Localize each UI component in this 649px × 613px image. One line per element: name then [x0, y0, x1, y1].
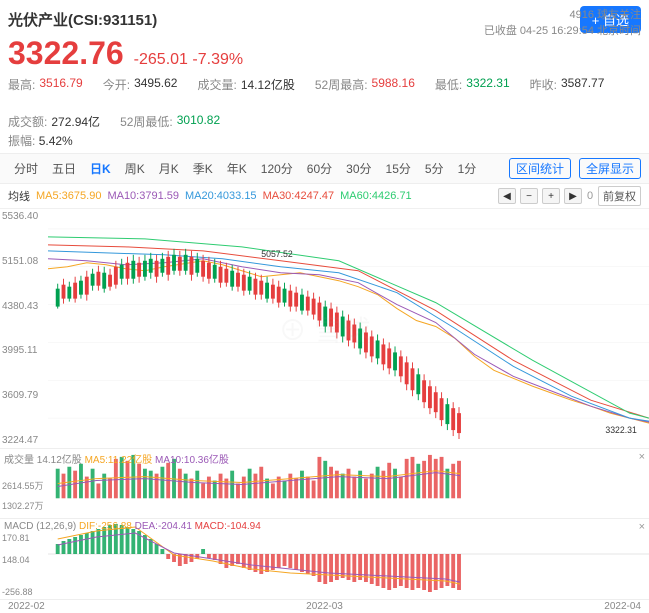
- followers: 4916 球友关注: [569, 9, 641, 21]
- fullscreen-button[interactable]: 全屏显示: [579, 158, 641, 179]
- x-label-2: 2022-04: [604, 601, 641, 612]
- tab-5[interactable]: 5分: [419, 158, 450, 179]
- ma-bar: 均线 MA5:3675.90 MA10:3791.59 MA20:4033.15…: [0, 184, 649, 209]
- ma-label: 均线: [8, 188, 30, 204]
- stat-52high: 52周最高: 5988.16: [315, 76, 415, 93]
- tab-120[interactable]: 120分: [255, 158, 299, 179]
- vol-ma5: MA5:11.22亿股: [85, 455, 153, 466]
- nav-arrows: ◀ − + ▶ 0 前复权: [498, 186, 641, 206]
- macd-labels: MACD (12,26,9) DIF:-256.88 DEA:-204.41 M…: [4, 521, 261, 532]
- meta-info: 4916 球友关注 已收盘 04-25 16:29:54 北京时间: [484, 6, 641, 38]
- stat-high: 最高: 3516.79: [8, 76, 83, 93]
- tab-wuri[interactable]: 五日: [46, 158, 82, 179]
- macd-y3: -256.88: [2, 587, 33, 597]
- stat-52low: 52周最低: 3010.82: [120, 113, 220, 130]
- vol-text: 成交量 14.12亿股: [4, 455, 82, 466]
- ma5-label: MA5:3675.90: [36, 190, 101, 202]
- svg-text:5057.52: 5057.52: [261, 249, 293, 259]
- macd-close-button[interactable]: ×: [639, 521, 645, 533]
- macd-dif: DIF:-256.88: [79, 521, 132, 532]
- stat-amount: 成交额: 272.94亿: [8, 113, 100, 130]
- tab-60[interactable]: 60分: [301, 158, 338, 179]
- macd-chart: MACD (12,26,9) DIF:-256.88 DEA:-204.41 M…: [0, 519, 649, 599]
- tab-zhouk[interactable]: 周K: [119, 158, 151, 179]
- vol-ma10: MA10:10.36亿股: [155, 455, 229, 466]
- chart-container: 5536.40 5151.08 4380.43 3995.11 3609.79 …: [0, 209, 649, 613]
- change-pct: -7.39%: [192, 51, 243, 68]
- spacer: 0: [586, 190, 594, 202]
- timestamp: 已收盘 04-25 16:29:54 北京时间: [484, 25, 641, 37]
- macd-y1: 170.81: [2, 533, 30, 543]
- x-label-0: 2022-02: [8, 601, 45, 612]
- main-price: 3322.76: [8, 35, 124, 72]
- tab-yuek[interactable]: 月K: [153, 158, 185, 179]
- vol-y1: 2614.55万: [2, 479, 44, 492]
- candlestick-chart: 5057.52 3322.31: [48, 209, 649, 448]
- tab-15[interactable]: 15分: [380, 158, 417, 179]
- ma10-label: MA10:3791.59: [107, 190, 179, 202]
- macd-value: MACD:-104.94: [195, 521, 261, 532]
- tab-right-btns: 区间统计 全屏显示: [509, 158, 641, 179]
- tab-fenshi[interactable]: 分时: [8, 158, 44, 179]
- stats-row: 最高: 3516.79 今开: 3495.62 成交量: 14.12亿股 52周…: [8, 76, 641, 130]
- price-change: -265.01 -7.39%: [134, 51, 243, 69]
- title-row: 光伏产业(CSI:931151) + 自选 4916 球友关注 已收盘 04-2…: [8, 6, 641, 33]
- ma30-label: MA30:4247.47: [263, 190, 335, 202]
- x-axis: 2022-02 2022-03 2022-04: [0, 599, 649, 613]
- macd-dea: DEA:-204.41: [135, 521, 192, 532]
- change-amount: -265.01: [134, 51, 188, 68]
- tab-rik[interactable]: 日K: [84, 158, 117, 179]
- restore-button[interactable]: 前复权: [598, 186, 641, 206]
- svg-text:3322.31: 3322.31: [605, 425, 637, 435]
- tab-30[interactable]: 30分: [340, 158, 377, 179]
- stock-title: 光伏产业(CSI:931151): [8, 9, 157, 30]
- ma60-label: MA60:4426.71: [340, 190, 412, 202]
- x-label-1: 2022-03: [306, 601, 343, 612]
- amplitude: 振幅: 5.42%: [8, 132, 641, 149]
- scroll-right-button[interactable]: ▶: [564, 188, 582, 204]
- macd-title: MACD (12,26,9): [4, 521, 76, 532]
- zoom-in-button[interactable]: +: [542, 188, 560, 204]
- ma20-label: MA20:4033.15: [185, 190, 257, 202]
- header: 光伏产业(CSI:931151) + 自选 4916 球友关注 已收盘 04-2…: [0, 0, 649, 154]
- tab-jik[interactable]: 季K: [187, 158, 219, 179]
- stat-low: 最低: 3322.31: [435, 76, 510, 93]
- macd-y2: 148.04: [2, 555, 30, 565]
- y-labels-main: 5536.40 5151.08 4380.43 3995.11 3609.79 …: [2, 209, 38, 448]
- stat-volume: 成交量: 14.12亿股: [197, 76, 294, 93]
- scroll-left-button[interactable]: ◀: [498, 188, 516, 204]
- tab-1[interactable]: 1分: [452, 158, 483, 179]
- main-chart: 5536.40 5151.08 4380.43 3995.11 3609.79 …: [0, 209, 649, 449]
- zoom-out-button[interactable]: −: [520, 188, 538, 204]
- stat-open: 今开: 3495.62: [103, 76, 178, 93]
- volume-chart: 成交量 14.12亿股 MA5:11.22亿股 MA10:10.36亿股 × 2…: [0, 449, 649, 519]
- stat-prev-close: 昨收: 3587.77: [530, 76, 605, 93]
- price-row: 3322.76 -265.01 -7.39%: [8, 35, 641, 72]
- vol-close-button[interactable]: ×: [639, 451, 645, 463]
- volume-labels: 成交量 14.12亿股 MA5:11.22亿股 MA10:10.36亿股: [4, 451, 229, 466]
- interval-stats-button[interactable]: 区间统计: [509, 158, 571, 179]
- tab-bar: 分时 五日 日K 周K 月K 季K 年K 120分 60分 30分 15分 5分…: [0, 154, 649, 184]
- tab-niank[interactable]: 年K: [221, 158, 253, 179]
- candles-group: [56, 249, 461, 439]
- vol-y2: 1302.27万: [2, 499, 44, 512]
